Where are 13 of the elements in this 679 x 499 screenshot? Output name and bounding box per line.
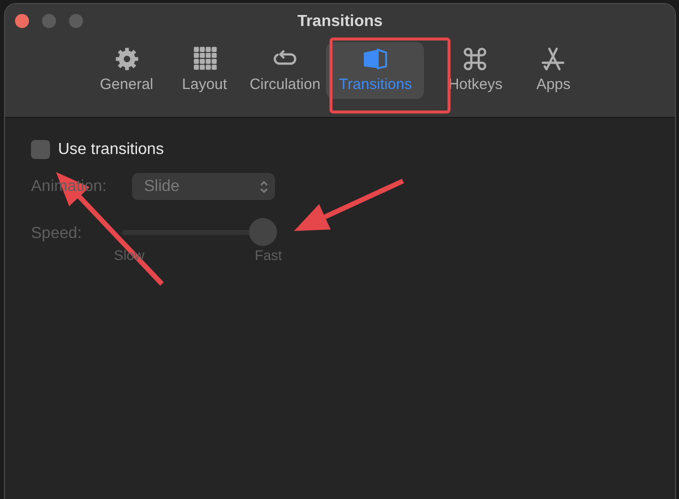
checkbox-label: Use transitions xyxy=(58,140,164,158)
zoom-button[interactable] xyxy=(69,14,83,28)
toolbar-tab[interactable]: Apps xyxy=(514,42,592,99)
slider-max-label: Fast xyxy=(254,247,282,263)
up-down-chevron-icon xyxy=(259,178,269,194)
toolbar-tab[interactable]: Circulation xyxy=(244,42,326,99)
field-label: Speed: xyxy=(31,225,83,243)
toolbar-tab[interactable]: General xyxy=(88,42,166,99)
checkbox[interactable] xyxy=(31,140,50,159)
toolbar-tab[interactable]: Layout xyxy=(166,42,244,99)
close-button[interactable] xyxy=(15,14,29,28)
minimize-button[interactable] xyxy=(42,14,56,28)
window-title: Transitions xyxy=(297,13,383,31)
